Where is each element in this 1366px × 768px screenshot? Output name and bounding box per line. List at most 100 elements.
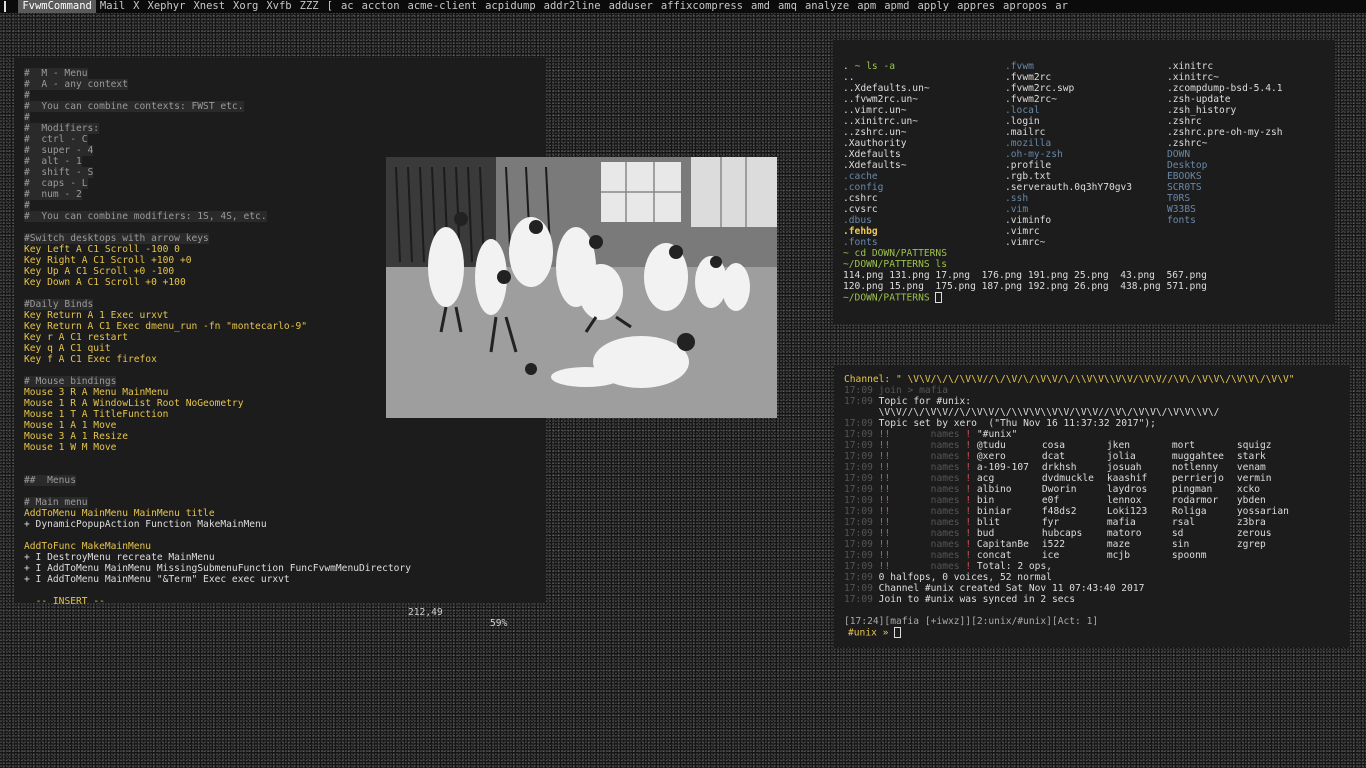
irc-nick[interactable]: jolia xyxy=(1107,451,1172,462)
topbar-item[interactable]: [ xyxy=(323,0,337,13)
judo-photo-window[interactable] xyxy=(386,157,777,418)
irc-message-log[interactable]: 17:09 join > mafia 17:09 Topic for #unix:… xyxy=(844,385,1302,605)
topbar-item[interactable]: analyze xyxy=(801,0,853,13)
topbar-item[interactable]: acme-client xyxy=(404,0,482,13)
topbar-item[interactable]: apropos xyxy=(999,0,1051,13)
irc-nick[interactable]: Dworin xyxy=(1042,484,1107,495)
irc-nick[interactable]: dcat xyxy=(1042,451,1107,462)
irc-nick[interactable]: bin xyxy=(977,495,1042,506)
irc-nick[interactable]: muggahtee xyxy=(1172,451,1237,462)
irc-nick[interactable]: lennox xyxy=(1107,495,1172,506)
irc-nick[interactable]: maze xyxy=(1107,539,1172,550)
irc-nick[interactable]: mcjb xyxy=(1107,550,1172,561)
irc-nick[interactable]: sd xyxy=(1172,528,1237,539)
irc-nick[interactable]: matoro xyxy=(1107,528,1172,539)
irc-line: 17:09 0 halfops, 0 voices, 52 normal xyxy=(844,572,1302,583)
irc-nick[interactable]: ybden xyxy=(1237,495,1302,506)
topbar-item[interactable]: acpidump xyxy=(481,0,540,13)
topbar-item[interactable]: amq xyxy=(774,0,801,13)
irc-nick[interactable]: stark xyxy=(1237,451,1302,462)
irc-nick[interactable]: laydros xyxy=(1107,484,1172,495)
topbar-item[interactable]: Xorg xyxy=(229,0,262,13)
irc-nick[interactable]: z3bra xyxy=(1237,517,1302,528)
ls-terminal-window[interactable]: ~ ls -a ... ..Xdefaults.un~ ..fvwm2rc.un~.… xyxy=(833,40,1335,324)
topbar-item[interactable]: ac xyxy=(337,0,358,13)
irc-bang: !! xyxy=(878,550,891,561)
ls-entry: .oh-my-zsh xyxy=(1005,149,1063,160)
topbar-item[interactable]: ZZZ xyxy=(296,0,323,13)
irc-nick[interactable]: f48ds2 xyxy=(1042,506,1107,517)
irc-nick[interactable]: zerous xyxy=(1237,528,1302,539)
irc-nick[interactable]: cosa xyxy=(1042,440,1107,451)
irc-nick[interactable]: venam xyxy=(1237,462,1302,473)
irc-nick[interactable]: jken xyxy=(1107,440,1172,451)
topbar-item[interactable]: addr2line xyxy=(540,0,605,13)
topbar-item[interactable]: Mail xyxy=(96,0,129,13)
irc-nick[interactable]: @tudu xyxy=(977,440,1042,451)
topbar-item[interactable]: Xephyr xyxy=(144,0,190,13)
topbar-item[interactable]: Xnest xyxy=(189,0,229,13)
irc-nick[interactable]: hubcaps xyxy=(1042,528,1107,539)
irc-nick[interactable]: xcko xyxy=(1237,484,1302,495)
topbar-item[interactable]: accton xyxy=(358,0,404,13)
topbar-item[interactable]: ar xyxy=(1051,0,1072,13)
irc-nick[interactable]: biniar xyxy=(977,506,1042,517)
final-prompt-line[interactable]: ~/DOWN/PATTERNS xyxy=(843,292,943,304)
irc-line: 17:09 Topic for #unix: xyxy=(844,396,1302,407)
ls-entry: ..Xdefaults.un~ xyxy=(843,83,930,94)
irc-nick[interactable]: mort xyxy=(1172,440,1237,451)
topbar-item[interactable]: apmd xyxy=(880,0,913,13)
irc-nick[interactable]: concat xyxy=(977,550,1042,561)
topbar-item[interactable]: affixcompress xyxy=(657,0,747,13)
irc-line: 17:09 !! names ! @tudu cosa jken mort squigz xyxy=(844,440,1302,451)
irc-line: 17:09 !! names ! albino Dworin laydros ping… xyxy=(844,484,1302,495)
irc-nick[interactable]: Roliga xyxy=(1172,506,1237,517)
irc-nick[interactable]: josuah xyxy=(1107,462,1172,473)
irc-nick[interactable]: spoonm xyxy=(1172,550,1237,561)
irc-nick[interactable]: CapitanBe xyxy=(977,539,1042,550)
irc-terminal-window[interactable]: Channel: " \V\V/\/\/\V\V//\/\V/\/\V\V/\/… xyxy=(834,365,1350,647)
irc-nick[interactable]: yossarian xyxy=(1237,506,1302,517)
irc-nick[interactable]: blit xyxy=(977,517,1042,528)
irc-nick[interactable]: fyr xyxy=(1042,517,1107,528)
irc-timestamp: 17:09 xyxy=(844,539,873,550)
irc-nick[interactable]: notlenny xyxy=(1172,462,1237,473)
irc-nick[interactable]: acg xyxy=(977,473,1042,484)
topbar-item[interactable]: X xyxy=(129,0,143,13)
irc-names-label: names xyxy=(930,451,960,462)
irc-nick[interactable]: rodarmor xyxy=(1172,495,1237,506)
judo-photo xyxy=(386,157,777,418)
irc-nick[interactable]: vermin xyxy=(1237,473,1302,484)
ls-entry: W33BS xyxy=(1167,204,1196,215)
irc-nick[interactable]: kaashif xyxy=(1107,473,1172,484)
irc-nick[interactable]: perrierjo xyxy=(1172,473,1237,484)
irc-nick[interactable]: bud xyxy=(977,528,1042,539)
irc-nick[interactable]: @xero xyxy=(977,451,1042,462)
irc-nick[interactable]: sin xyxy=(1172,539,1237,550)
irc-nick[interactable]: dvdmuckle xyxy=(1042,473,1107,484)
irc-nick[interactable]: pingman xyxy=(1172,484,1237,495)
irc-nick[interactable]: squigz xyxy=(1237,440,1302,451)
topbar-item[interactable]: appres xyxy=(953,0,999,13)
irc-nick[interactable]: drkhsh xyxy=(1042,462,1107,473)
topbar-item[interactable]: Xvfb xyxy=(262,0,295,13)
irc-input-line[interactable]: #unix » xyxy=(848,627,902,639)
topbar-item[interactable]: adduser xyxy=(605,0,657,13)
topbar-item[interactable]: apply xyxy=(913,0,953,13)
irc-nick[interactable]: rsal xyxy=(1172,517,1237,528)
ls-entry: .zshrc~ xyxy=(1167,138,1208,149)
vim-buffer[interactable]: # M - Menu # A - any context # # You can co… xyxy=(24,68,411,585)
topbar-item[interactable]: amd xyxy=(747,0,774,13)
irc-nick[interactable]: zgrep xyxy=(1237,539,1302,550)
irc-nick[interactable]: ice xyxy=(1042,550,1107,561)
topbar-item[interactable]: apm xyxy=(853,0,880,13)
irc-nick[interactable]: a-109-107 xyxy=(977,462,1042,473)
irc-nick[interactable]: e0f xyxy=(1042,495,1107,506)
irc-nick[interactable]: albino xyxy=(977,484,1042,495)
irc-nick[interactable]: i522 xyxy=(1042,539,1107,550)
irc-nick[interactable]: Loki123 xyxy=(1107,506,1172,517)
topbar-item[interactable]: FvwmCommand xyxy=(18,0,96,13)
ls-column-3: .xinitrc .xinitrc~ .zcompdump-bsd-5.4.1 .zs… xyxy=(1167,61,1283,226)
irc-nick[interactable]: mafia xyxy=(1107,517,1172,528)
vim-line: + I AddToMenu MainMenu "&Term" Exec exec… xyxy=(24,574,411,585)
